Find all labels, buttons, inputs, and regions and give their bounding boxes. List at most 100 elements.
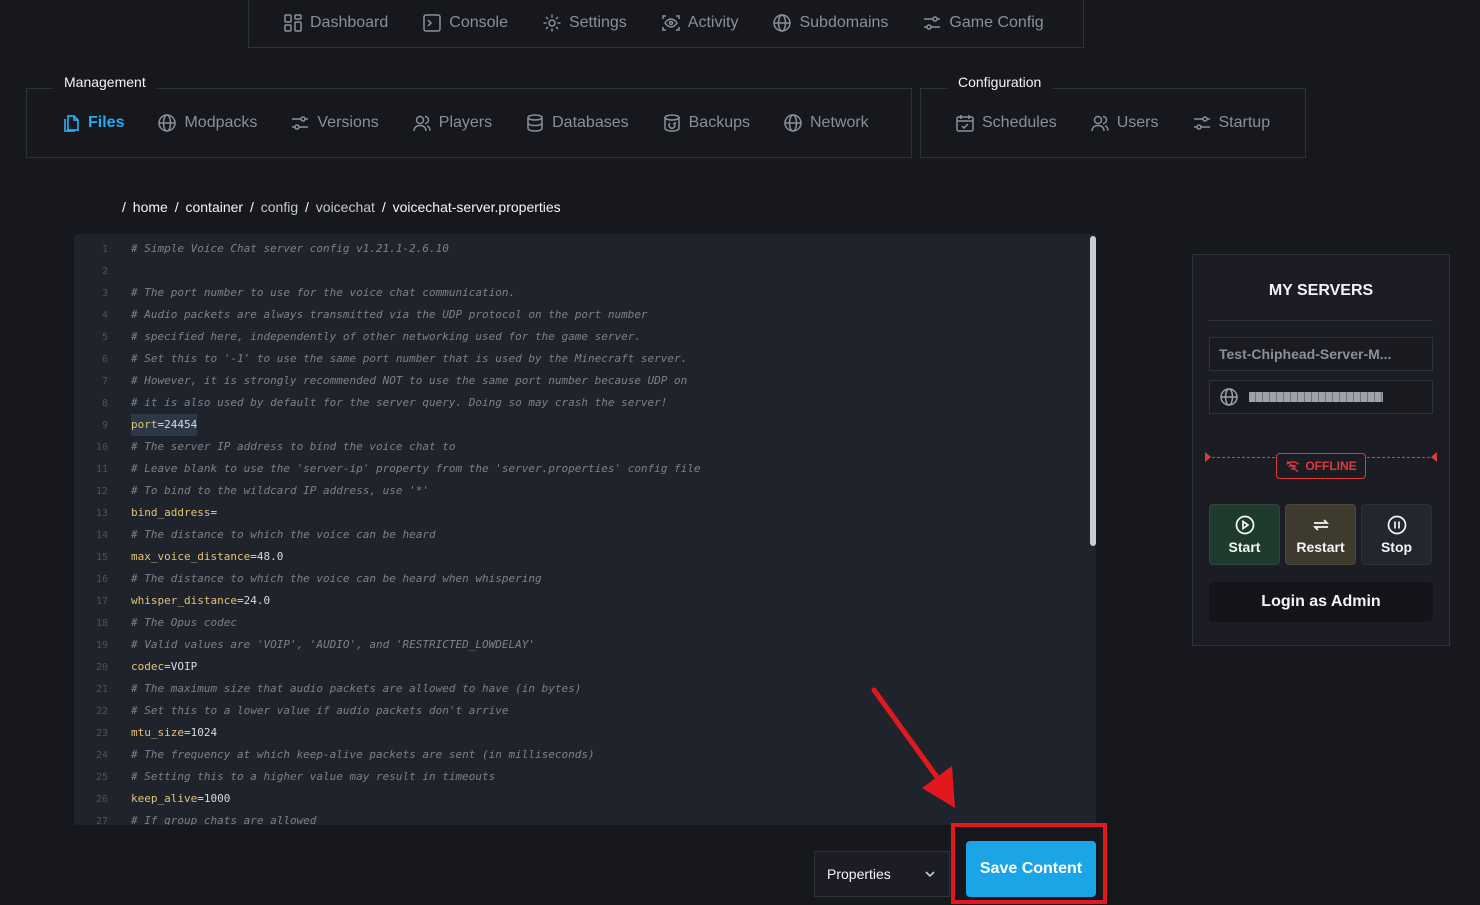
code-line: 13 bind_address=: [74, 502, 1084, 524]
tab-network[interactable]: Network: [783, 113, 869, 133]
server-name-field[interactable]: Test-Chiphead-Server-M...: [1209, 337, 1433, 371]
code-comment: # it is also used by default for the ser…: [131, 396, 668, 409]
start-button[interactable]: Start: [1209, 504, 1280, 565]
calendar-icon: [955, 113, 975, 133]
gear-icon: [542, 13, 562, 33]
save-content-button[interactable]: Save Content: [966, 841, 1096, 897]
code-text: # Simple Voice Chat server config v1.21.…: [131, 238, 449, 260]
code-text: # The maximum size that audio packets ar…: [131, 678, 581, 700]
tab-modpacks[interactable]: Modpacks: [157, 113, 257, 133]
tab-databases[interactable]: Databases: [525, 113, 629, 133]
code-text: # The distance to which the voice can be…: [131, 568, 542, 590]
line-number: 3: [101, 288, 108, 299]
wifi-off-icon: [1285, 459, 1300, 474]
code-text: codec=VOIP: [131, 660, 198, 673]
globe-icon: [1219, 387, 1239, 407]
code-key: bind_address: [131, 506, 211, 519]
stop-button[interactable]: Stop: [1361, 504, 1432, 565]
management-legend: Management: [53, 74, 157, 90]
code-text: # The server IP address to bind the voic…: [131, 436, 456, 458]
code-comment: # The port number to use for the voice c…: [131, 286, 516, 299]
code-text: # specified here, independently of other…: [131, 326, 641, 348]
code-line: 6 # Set this to '-1' to use the same port…: [74, 348, 1084, 370]
line-number: 8: [101, 398, 108, 409]
code-editor[interactable]: 1 # Simple Voice Chat server config v1.21…: [74, 234, 1096, 825]
server-name: Test-Chiphead-Server-M...: [1219, 346, 1392, 362]
line-number: 1: [101, 244, 108, 255]
line-number: 10: [95, 442, 108, 453]
nav-settings-label: Settings: [568, 13, 627, 31]
breadcrumb-voicechat[interactable]: voicechat: [316, 199, 375, 215]
line-number: 5: [101, 332, 108, 343]
code-text: # However, it is strongly recommended NO…: [131, 370, 687, 392]
restart-button[interactable]: Restart: [1285, 504, 1356, 565]
breadcrumb-home[interactable]: home: [133, 199, 168, 215]
nav-game-config[interactable]: Game Config: [922, 13, 1044, 33]
code-value: 48.0: [256, 550, 284, 563]
tab-versions[interactable]: Versions: [290, 113, 379, 133]
breadcrumb-container[interactable]: container: [185, 199, 243, 215]
configuration-legend: Configuration: [947, 74, 1053, 90]
line-number: 26: [95, 794, 108, 805]
nav-console[interactable]: Console: [422, 13, 508, 33]
editor-scrollbar[interactable]: [1090, 236, 1096, 546]
code-line: 22 # Set this to a lower value if audio p…: [74, 700, 1084, 722]
code-line: 18 # The Opus codec: [74, 612, 1084, 634]
code-text: max_voice_distance=48.0: [131, 550, 284, 563]
code-line: 17 whisper_distance=24.0: [74, 590, 1084, 612]
code-line: 9 port=24454: [74, 414, 1084, 436]
eye-icon: [661, 13, 681, 33]
nav-dashboard[interactable]: Dashboard: [283, 13, 388, 33]
nav-subdomains[interactable]: Subdomains: [772, 13, 888, 33]
code-text: # The frequency at which keep-alive pack…: [131, 744, 595, 766]
login-as-admin-button[interactable]: Login as Admin: [1209, 582, 1433, 622]
code-value: 24454: [164, 418, 198, 431]
line-number: 11: [95, 464, 108, 475]
line-number: 18: [95, 618, 108, 629]
code-text: mtu_size=1024: [131, 726, 218, 739]
my-servers-panel: MY SERVERS Test-Chiphead-Server-M... OFF…: [1192, 254, 1450, 646]
code-comment: # Audio packets are always transmitted v…: [131, 308, 648, 321]
code-comment: # If group chats are allowed: [131, 814, 317, 825]
repeat-icon: [1311, 515, 1331, 535]
code-text: # Set this to '-1' to use the same port …: [131, 348, 687, 370]
tab-startup[interactable]: Startup: [1192, 113, 1270, 133]
line-number: 13: [95, 508, 108, 519]
tab-schedules[interactable]: Schedules: [955, 113, 1057, 133]
syntax-select[interactable]: Properties: [814, 851, 950, 897]
breadcrumb-config[interactable]: config: [261, 199, 298, 215]
tab-players[interactable]: Players: [412, 113, 492, 133]
code-value: 1024: [190, 726, 218, 739]
globe-icon: [772, 13, 792, 33]
code-value: 1000: [203, 792, 231, 805]
code-text: # If group chats are allowed: [131, 810, 316, 825]
tab-backups-label: Backups: [688, 114, 750, 131]
code-line: 26 keep_alive=1000: [74, 788, 1084, 810]
grid-icon: [283, 13, 303, 33]
start-label: Start: [1228, 538, 1261, 555]
code-text: keep_alive=1000: [131, 792, 231, 805]
code-text: # Setting this to a higher value may res…: [131, 766, 495, 788]
code-comment: # specified here, independently of other…: [131, 330, 641, 343]
code-key: mtu_size: [131, 726, 184, 739]
server-address-field[interactable]: [1209, 380, 1433, 414]
line-number: 24: [95, 750, 108, 761]
restart-label: Restart: [1296, 538, 1345, 555]
breadcrumb-sep: /: [305, 199, 309, 215]
line-number: 6: [101, 354, 108, 365]
tab-files[interactable]: Files: [61, 113, 124, 133]
tab-backups[interactable]: Backups: [662, 113, 750, 133]
line-number: 4: [101, 310, 108, 321]
code-line: 24 # The frequency at which keep-alive pa…: [74, 744, 1084, 766]
code-comment: # Leave blank to use the 'server-ip' pro…: [131, 462, 701, 475]
tab-databases-label: Databases: [552, 114, 629, 131]
stop-label: Stop: [1380, 538, 1413, 555]
nav-settings[interactable]: Settings: [542, 13, 627, 33]
status-badge: OFFLINE: [1276, 453, 1366, 479]
nav-activity[interactable]: Activity: [661, 13, 738, 33]
code-key: port: [131, 418, 158, 431]
code-text: port=24454: [131, 414, 198, 436]
nav-dashboard-label: Dashboard: [310, 13, 389, 31]
code-line: 15 max_voice_distance=48.0: [74, 546, 1084, 568]
tab-users[interactable]: Users: [1090, 113, 1159, 133]
